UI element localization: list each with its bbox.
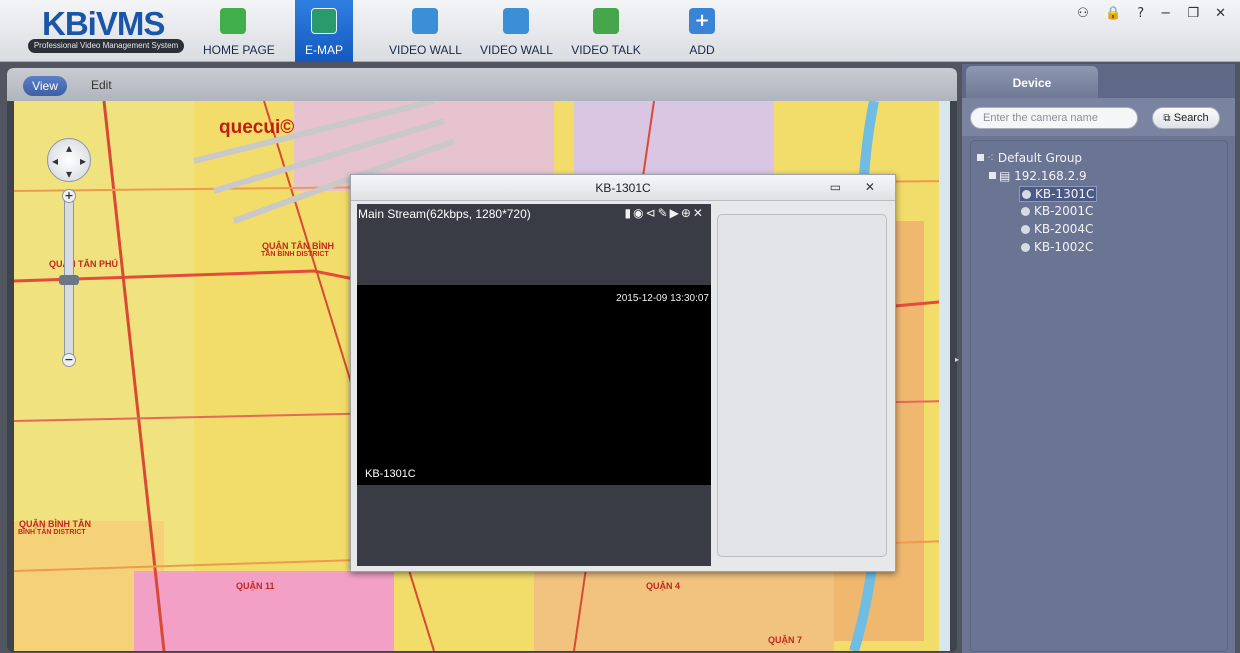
group-icon: ⁖: [987, 151, 998, 165]
popup-side-pane: [717, 214, 887, 557]
camera-label: KB-2001C: [1034, 204, 1094, 218]
tab-edit[interactable]: Edit: [91, 78, 112, 92]
nav-label: E-MAP: [304, 43, 343, 57]
camera-label: KB-1002C: [1034, 240, 1094, 254]
video-toolbar[interactable]: ▮◉⊲✎▶⊕✕: [624, 206, 705, 220]
zoom-in-icon[interactable]: +: [62, 189, 76, 203]
top-bar: KBiVMS Professional Video Management Sys…: [0, 0, 1240, 62]
window-controls[interactable]: ⚇ 🔒 ? − ❐ ✕: [1077, 6, 1232, 21]
logo-main: KBiVMS: [42, 5, 165, 42]
map-label-district: TÂN BÌNH DISTRICT: [261, 251, 329, 258]
tree-camera[interactable]: KB-1002C: [1021, 240, 1093, 254]
zoom-slider-handle[interactable]: [59, 275, 79, 285]
tree-camera[interactable]: KB-2004C: [1021, 222, 1093, 236]
device-icon: ▤: [999, 169, 1015, 183]
video-talk-icon: [593, 8, 619, 34]
popup-title[interactable]: KB-1301C: [351, 175, 895, 201]
stream-info: Main Stream(62kbps, 1280*720): [358, 207, 531, 221]
tab-device[interactable]: Device: [966, 66, 1098, 98]
map-navigation-control[interactable]: ▴ ▾ ◂ ▸ + −: [47, 138, 91, 367]
home-icon: [220, 8, 246, 34]
collapse-icon[interactable]: [989, 172, 996, 179]
pan-left-icon[interactable]: ◂: [52, 154, 58, 168]
tree-camera[interactable]: KB-2001C: [1021, 204, 1093, 218]
camera-label: KB-2004C: [1034, 222, 1094, 236]
video-timestamp: 2015-12-09 13:30:07: [616, 293, 709, 304]
pan-down-icon[interactable]: ▾: [66, 167, 72, 181]
zoom-slider[interactable]: + −: [59, 189, 79, 367]
nav-label: VIDEO WALL: [480, 43, 553, 57]
video-camera-label: KB-1301C: [365, 468, 416, 480]
camera-icon: [1021, 243, 1030, 252]
map-label-district: QUẬN 7: [768, 635, 803, 645]
video-popup: KB-1301C ▭ ✕ Main Stream(62kbps, 1280*72…: [350, 174, 896, 572]
pan-right-icon[interactable]: ▸: [80, 154, 86, 168]
app-window: KBiVMS Professional Video Management Sys…: [0, 0, 1240, 653]
nav-label: ADD: [689, 43, 715, 57]
camera-search-input[interactable]: Enter the camera name: [970, 107, 1138, 129]
tab-view[interactable]: View: [23, 76, 67, 96]
nav-e-map[interactable]: E-MAP: [295, 0, 353, 62]
map-label-district: BÌNH TÂN DISTRICT: [18, 529, 86, 536]
map-tab-bar: View Edit: [7, 68, 957, 101]
search-button[interactable]: ⧉ Search: [1152, 107, 1220, 129]
video-area[interactable]: Main Stream(62kbps, 1280*720) ▮◉⊲✎▶⊕✕ 20…: [357, 204, 711, 566]
map-label-district: QUẬN TÂN PHÚ: [49, 259, 118, 269]
tree-group-label: Default Group: [997, 151, 1083, 165]
tree-device-label: 192.168.2.9: [1014, 169, 1087, 183]
map-label-district: QUẬN BÌNH TÂN: [19, 519, 91, 529]
popup-controls[interactable]: ▭ ✕: [830, 180, 885, 194]
zoom-out-icon[interactable]: −: [62, 353, 76, 367]
nav-label: VIDEO WALL: [389, 43, 462, 57]
device-tree[interactable]: ⁖ Default Group ▤ 192.168.2.9 KB-1301C K…: [970, 140, 1228, 652]
map-label-district: QUẬN 11: [236, 581, 275, 591]
logo: KBiVMS Professional Video Management Sys…: [28, 5, 184, 55]
nav-label: VIDEO TALK: [571, 43, 641, 57]
camera-label: KB-1301C: [1035, 187, 1095, 201]
pan-control[interactable]: ▴ ▾ ◂ ▸: [47, 138, 91, 182]
collapse-icon[interactable]: [977, 154, 984, 161]
video-frame[interactable]: 2015-12-09 13:30:07 KB-1301C: [357, 285, 711, 485]
panel-collapse-icon[interactable]: ▸: [955, 355, 961, 369]
nav-home-page[interactable]: HOME PAGE: [203, 0, 275, 62]
nav-video-wall-config[interactable]: VIDEO WALL: [480, 0, 553, 62]
video-wall-config-icon: [503, 8, 529, 34]
nav-video-talk[interactable]: VIDEO TALK: [570, 0, 642, 62]
add-icon: +: [689, 8, 715, 34]
logo-subtitle: Professional Video Management System: [28, 39, 184, 53]
search-button-label: Search: [1173, 112, 1209, 124]
emap-icon: [311, 8, 337, 34]
tree-device[interactable]: ▤ 192.168.2.9: [989, 169, 1087, 183]
camera-icon: [1022, 190, 1031, 199]
binoculars-icon: ⧉: [1163, 113, 1174, 124]
map-label-district: QUẬN 4: [646, 581, 681, 591]
camera-icon: [1021, 225, 1030, 234]
nav-video-wall[interactable]: VIDEO WALL: [389, 0, 462, 62]
map-label-district: QUẬN TÂN BÌNH: [262, 241, 334, 251]
camera-icon: [1021, 207, 1030, 216]
device-tab-bar: Device: [962, 64, 1235, 98]
tree-camera[interactable]: KB-1301C: [1019, 186, 1098, 202]
video-wall-icon: [412, 8, 438, 34]
pan-up-icon[interactable]: ▴: [66, 141, 72, 155]
device-panel: Device Enter the camera name ⧉ Search ⁖ …: [962, 64, 1235, 653]
nav-label: HOME PAGE: [203, 43, 275, 57]
map-brand-label: quecui©: [219, 117, 295, 138]
nav-add[interactable]: + ADD: [680, 0, 724, 62]
tree-group[interactable]: ⁖ Default Group: [977, 151, 1082, 165]
